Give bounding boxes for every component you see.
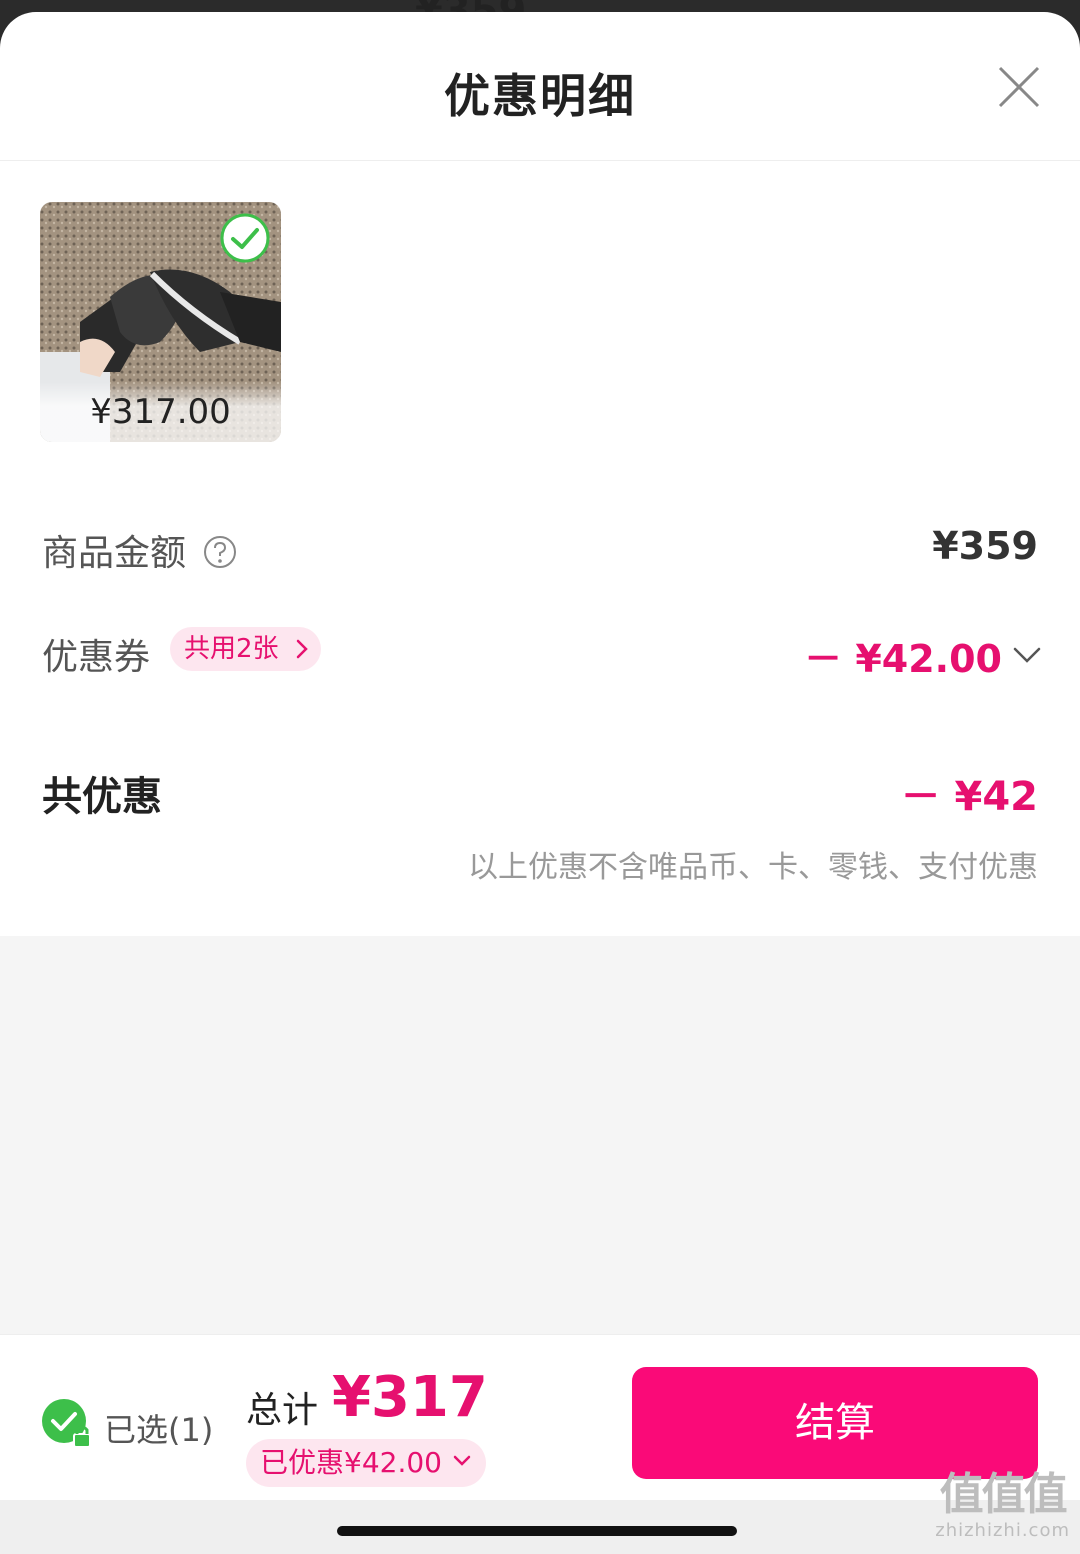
sheet-header: 优惠明细 [0,12,1080,161]
select-all-check-icon[interactable] [40,1397,94,1451]
total-label: 总计 [246,1390,319,1431]
chevron-down-icon[interactable] [1012,646,1042,664]
selected-count: 已选(1) [104,1411,214,1449]
goods-amount-label-text: 商品金额 [42,533,187,574]
chevron-right-icon [296,639,308,659]
close-icon[interactable] [996,64,1042,110]
home-indicator[interactable] [337,1526,737,1536]
total-discount-value: － ¥42 [900,774,1038,820]
product-thumbnail[interactable]: ¥317.00 [40,202,281,442]
checkout-bar: 已选(1) 总计 ¥317 已优惠¥42.00 结算 [0,1334,1080,1513]
watermark: 值值值 zhizhizhi.com [935,1469,1070,1542]
goods-amount-label: 商品金额 [42,524,237,576]
sheet-title: 优惠明细 [444,69,636,123]
total-discount-row: 共优惠 － ¥42 [42,764,1038,824]
total-discount-label: 共优惠 [42,774,162,820]
product-price: ¥317.00 [40,382,281,442]
watermark-url: zhizhizhi.com [935,1520,1070,1541]
saved-amount-badge[interactable]: 已优惠¥42.00 [246,1439,486,1487]
coupon-count-text: 共用2张 [184,634,279,664]
coupon-count-badge[interactable]: 共用2张 [170,627,321,671]
help-icon[interactable] [203,535,237,569]
goods-amount-value: ¥359 [932,524,1038,568]
watermark-logo: 值值值 [939,1469,1068,1520]
empty-area [0,936,1080,1334]
discount-note-text: 以上优惠不含唯品币、卡、零钱、支付优惠 [468,850,1038,885]
discount-detail-sheet: 优惠明细 ¥317.00 商品金额 ¥359 优惠券 共用2张 － ¥42.00… [0,12,1080,1554]
selected-check-icon [220,213,270,263]
coupon-row[interactable]: 优惠券 共用2张 － ¥42.00 [42,627,1041,688]
discount-note: 以上优惠不含唯品币、卡、零钱、支付优惠 [468,842,1038,886]
goods-amount-row: 商品金额 ¥359 [42,524,1038,584]
coupon-value: － ¥42.00 [804,637,1002,681]
chevron-down-icon [453,1455,471,1466]
coupon-label: 优惠券 [42,637,151,678]
saved-amount-text: 已优惠¥42.00 [260,1446,442,1479]
total-amount: ¥317 [332,1365,488,1430]
checkout-button[interactable]: 结算 [632,1367,1038,1479]
